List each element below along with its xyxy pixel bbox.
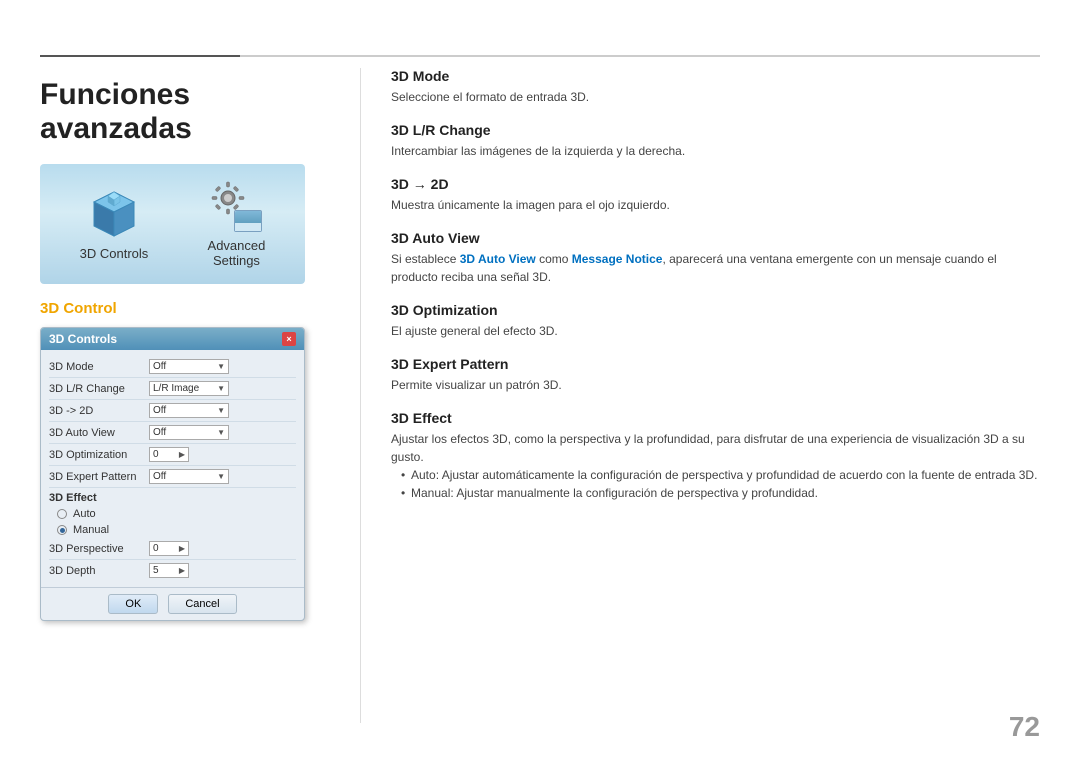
dialog-row-3d-2d: 3D -> 2D Off ▼ [49, 400, 296, 422]
feature-title-3d-to-2d: 3D → 2D [391, 176, 1040, 192]
stepper-depth[interactable]: 5 ▶ [149, 563, 189, 578]
dialog-close-button[interactable]: × [282, 332, 296, 346]
icon-label-advanced-settings: AdvancedSettings [208, 238, 266, 268]
feature-desc-expert-pattern: Permite visualizar un patrón 3D. [391, 376, 1040, 394]
dialog-row-perspective: 3D Perspective 0 ▶ [49, 538, 296, 560]
page-container: Funciones avanzadas 3D Controls [40, 68, 1040, 723]
select-expert-pattern[interactable]: Off ▼ [149, 469, 229, 484]
feature-title-expert-pattern: 3D Expert Pattern [391, 356, 1040, 372]
dialog-row-auto-view: 3D Auto View Off ▼ [49, 422, 296, 444]
gear-container [210, 180, 262, 232]
dialog-3d-controls: 3D Controls × 3D Mode Off ▼ 3D L/R Chang… [40, 327, 305, 621]
cancel-button[interactable]: Cancel [168, 594, 236, 614]
stepper-optimization[interactable]: 0 ▶ [149, 447, 189, 462]
feature-title-auto-view: 3D Auto View [391, 230, 1040, 246]
highlight-auto: Auto [411, 468, 436, 482]
feature-title-lr-change: 3D L/R Change [391, 122, 1040, 138]
dialog-footer: OK Cancel [41, 587, 304, 620]
row-label-depth: 3D Depth [49, 565, 149, 577]
cube-icon [88, 188, 140, 240]
select-arrow-auto-view: ▼ [217, 428, 225, 437]
radio-row-manual: Manual [49, 522, 296, 538]
dialog-row-expert-pattern: 3D Expert Pattern Off ▼ [49, 466, 296, 488]
dialog-row-lr-change: 3D L/R Change L/R Image ▼ [49, 378, 296, 400]
radio-manual[interactable] [57, 525, 67, 535]
feature-3d-mode: 3D Mode Seleccione el formato de entrada… [391, 68, 1040, 106]
row-label-expert-pattern: 3D Expert Pattern [49, 471, 149, 483]
feature-desc-3d-to-2d: Muestra únicamente la imagen para el ojo… [391, 196, 1040, 214]
row-label-auto-view: 3D Auto View [49, 427, 149, 439]
select-arrow-3d-2d: ▼ [217, 406, 225, 415]
gear-icon [210, 180, 246, 216]
feature-desc-3d-mode: Seleccione el formato de entrada 3D. [391, 88, 1040, 106]
left-column: Funciones avanzadas 3D Controls [40, 68, 360, 723]
dialog-title: 3D Controls [49, 332, 117, 346]
select-3d-2d[interactable]: Off ▼ [149, 403, 229, 418]
bullet-auto: Auto: Ajustar automáticamente la configu… [401, 466, 1040, 484]
select-lr-change[interactable]: L/R Image ▼ [149, 381, 229, 396]
dialog-row-depth: 3D Depth 5 ▶ [49, 560, 296, 581]
select-3d-mode[interactable]: Off ▼ [149, 359, 229, 374]
top-border-accent [40, 55, 240, 57]
page-number: 72 [1009, 711, 1040, 743]
section-label: 3D Control [40, 300, 330, 317]
dialog-titlebar: 3D Controls × [41, 328, 304, 350]
radio-row-auto: Auto [49, 506, 296, 522]
select-arrow-3d-mode: ▼ [217, 362, 225, 371]
feature-desc-optimization: El ajuste general del efecto 3D. [391, 322, 1040, 340]
row-label-3d-2d: 3D -> 2D [49, 405, 149, 417]
radio-label-auto: Auto [73, 508, 96, 520]
select-arrow-lr: ▼ [217, 384, 225, 393]
dialog-row-optimization: 3D Optimization 0 ▶ [49, 444, 296, 466]
feature-desc-lr-change: Intercambiar las imágenes de la izquierd… [391, 142, 1040, 160]
effect-bullets: Auto: Ajustar automáticamente la configu… [391, 466, 1040, 502]
feature-optimization: 3D Optimization El ajuste general del ef… [391, 302, 1040, 340]
bullet-manual: Manual: Ajustar manualmente la configura… [401, 484, 1040, 502]
radio-auto[interactable] [57, 509, 67, 519]
feature-expert-pattern: 3D Expert Pattern Permite visualizar un … [391, 356, 1040, 394]
feature-3d-effect: 3D Effect Ajustar los efectos 3D, como l… [391, 410, 1040, 502]
row-label-optimization: 3D Optimization [49, 449, 149, 461]
icon-item-3d-controls: 3D Controls [80, 188, 149, 261]
highlight-message-notice: Message Notice [572, 252, 663, 266]
dialog-row-3d-mode: 3D Mode Off ▼ [49, 356, 296, 378]
feature-auto-view: 3D Auto View Si establece 3D Auto View c… [391, 230, 1040, 286]
stepper-perspective[interactable]: 0 ▶ [149, 541, 189, 556]
ok-button[interactable]: OK [108, 594, 158, 614]
feature-title-optimization: 3D Optimization [391, 302, 1040, 318]
icon-panel: 3D Controls [40, 164, 305, 284]
feature-title-3d-effect: 3D Effect [391, 410, 1040, 426]
select-arrow-expert: ▼ [217, 472, 225, 481]
stepper-arrow-opt: ▶ [179, 450, 185, 459]
feature-3d-to-2d: 3D → 2D Muestra únicamente la imagen par… [391, 176, 1040, 214]
icon-item-advanced-settings: AdvancedSettings [208, 180, 266, 268]
row-label-perspective: 3D Perspective [49, 543, 149, 555]
select-auto-view[interactable]: Off ▼ [149, 425, 229, 440]
row-label-3d-mode: 3D Mode [49, 361, 149, 373]
dialog-effect-header: 3D Effect [49, 488, 296, 506]
highlight-manual: Manual [411, 486, 450, 500]
page-title: Funciones avanzadas [40, 78, 330, 146]
row-label-lr-change: 3D L/R Change [49, 383, 149, 395]
stepper-arrow-persp: ▶ [179, 544, 185, 553]
feature-desc-3d-effect: Ajustar los efectos 3D, como la perspect… [391, 430, 1040, 466]
icon-label-3d-controls: 3D Controls [80, 246, 149, 261]
dialog-body: 3D Mode Off ▼ 3D L/R Change L/R Image ▼ [41, 350, 304, 587]
feature-desc-auto-view: Si establece 3D Auto View como Message N… [391, 250, 1040, 286]
stepper-arrow-depth: ▶ [179, 566, 185, 575]
feature-title-3d-mode: 3D Mode [391, 68, 1040, 84]
highlight-auto-view: 3D Auto View [460, 252, 536, 266]
feature-lr-change: 3D L/R Change Intercambiar las imágenes … [391, 122, 1040, 160]
right-column: 3D Mode Seleccione el formato de entrada… [360, 68, 1040, 723]
radio-label-manual: Manual [73, 524, 109, 536]
